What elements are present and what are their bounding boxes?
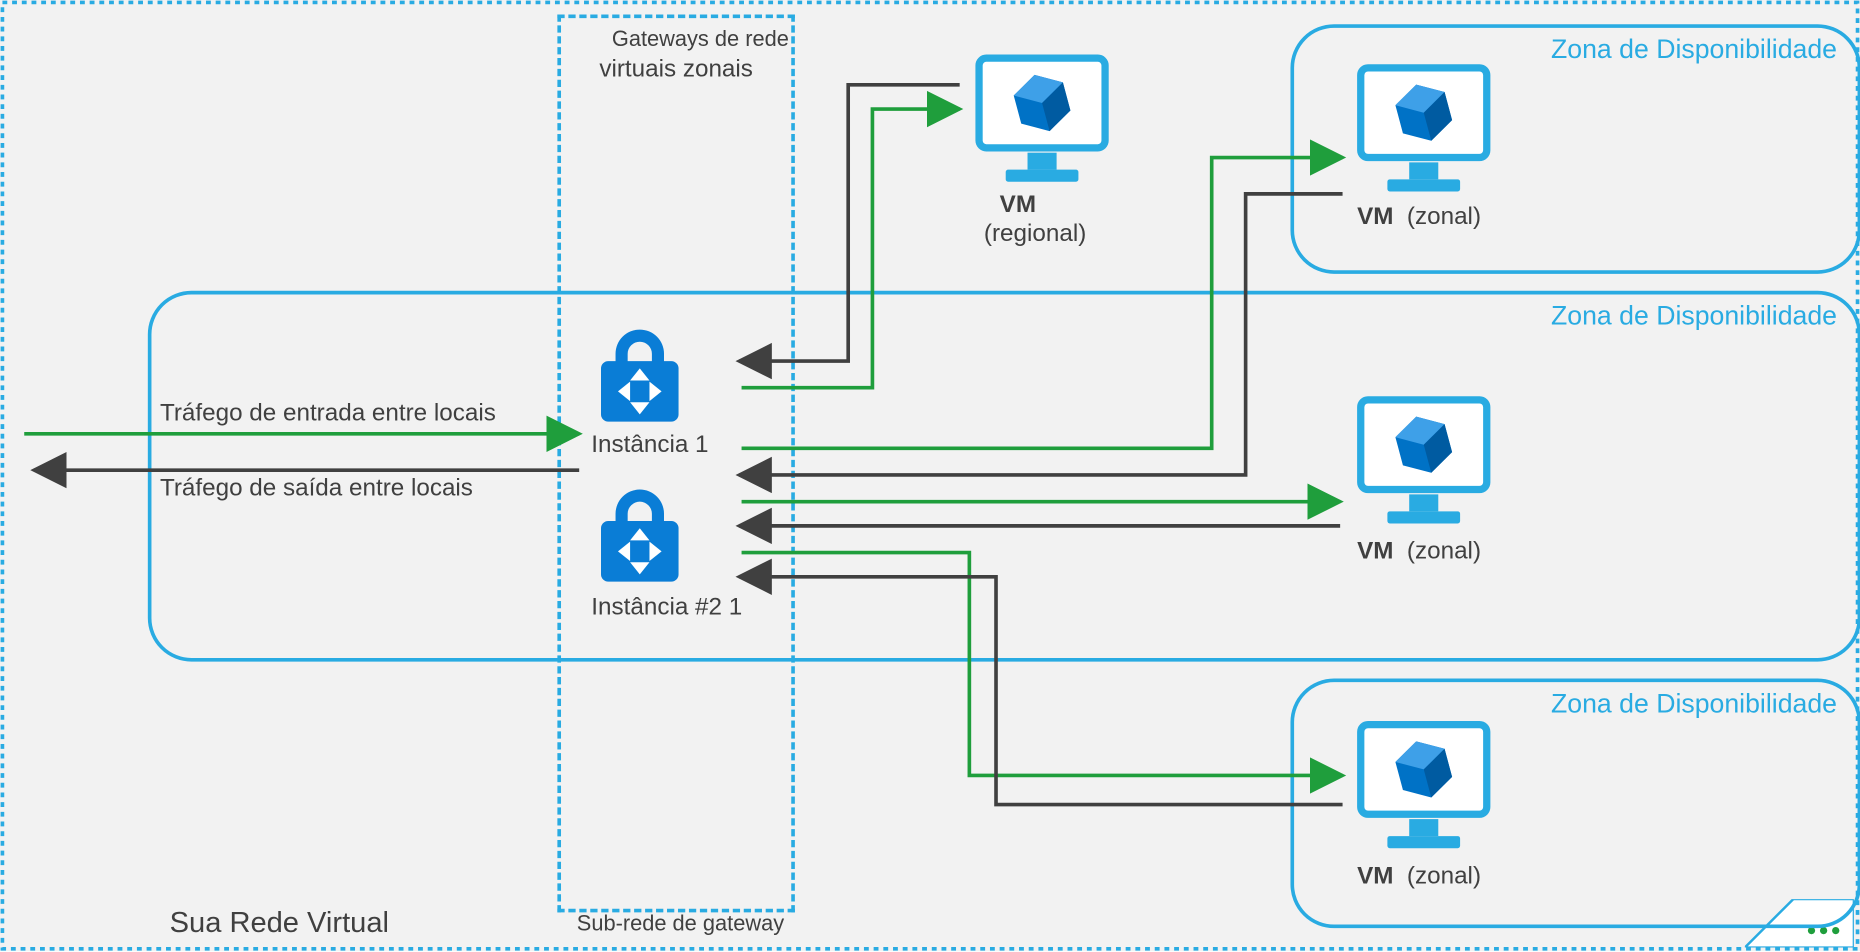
arrow-zonebot-to-inst2 xyxy=(739,577,1342,805)
arrows-layer xyxy=(0,0,1860,951)
arrow-inst1-to-zonetop xyxy=(742,158,1343,449)
arrow-inst2-to-zonebot xyxy=(742,553,1343,776)
arrow-inst1-to-vmreg xyxy=(742,109,960,388)
diagram-canvas: Sua Rede Virtual Gateways de rede virtua… xyxy=(0,0,1860,951)
arrow-vmreg-to-inst1 xyxy=(739,85,960,361)
arrow-zonetop-to-inst1 xyxy=(739,194,1342,475)
